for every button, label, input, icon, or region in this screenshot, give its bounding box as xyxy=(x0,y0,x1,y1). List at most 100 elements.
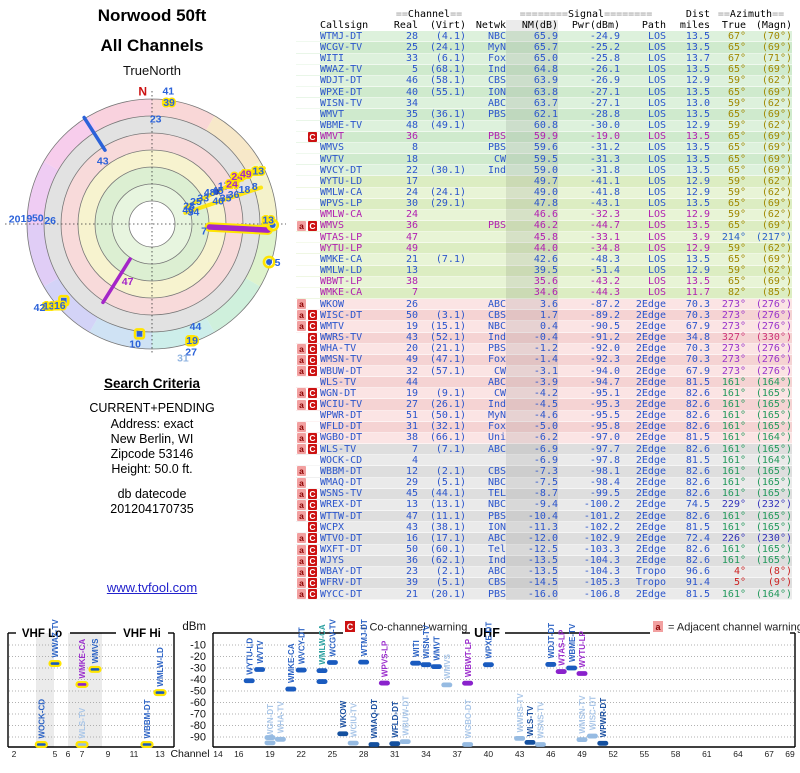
cell-real-channel: 50 xyxy=(405,544,418,555)
cell-network: NBC xyxy=(487,499,506,511)
warning-markers: a xyxy=(296,477,320,488)
tvfool-link[interactable]: www.tvfool.com xyxy=(107,580,197,595)
cell-path: 2Edge xyxy=(635,343,666,355)
warning-markers: aC xyxy=(296,366,320,377)
cell-network: Uni xyxy=(487,432,506,444)
station-power-marker xyxy=(285,686,297,692)
cell-path: 2Edge xyxy=(635,544,666,555)
table-row: a WBBM-DT 12 (2.1) CBS -7.3 -98.1 2Edge 82.6 161°… xyxy=(296,465,792,478)
cell-dist-miles: 70.3 xyxy=(685,309,710,321)
cell-callsign: WBME-TV xyxy=(320,120,363,132)
cell-azimuth-true: 273° xyxy=(721,343,746,355)
table-row: C WWRS-TV 43 (52.1) Ind -0.4 -91.2 2Edge 34.8 327… xyxy=(296,332,792,344)
cell-real-channel: 33 xyxy=(405,53,418,65)
table-row: a C WISC-DT 50 (3.1) CBS 1.7 -89.2 2Edge 70.3 273°… xyxy=(296,309,792,322)
cell-callsign: WBAY-DT xyxy=(320,566,363,578)
cell-network: CBS xyxy=(487,309,506,321)
uhf-channel-tick: 19 xyxy=(265,749,275,759)
cell-path: 2Edge xyxy=(635,332,666,344)
cell-azimuth-true: 161° xyxy=(721,421,746,433)
cell-dist-miles: 70.3 xyxy=(685,354,710,366)
cell-azimuth-true: 65° xyxy=(727,276,746,288)
table-row: a C WGN-DT 19 (9.1) CW -4.2 -95.1 2Edge 82.6 161° (… xyxy=(296,387,792,400)
polar-channel-label: 20 xyxy=(9,214,21,226)
cell-nm-db: 42.6 xyxy=(506,253,558,266)
polar-azimuth-chart: N 41 39 23 43 20 19 50 26 47 13 16 42 10 44 19 27 31 5 7 13 2… xyxy=(5,78,297,379)
uhf-channel-tick: 61 xyxy=(702,749,712,759)
cell-network: CW xyxy=(493,387,506,399)
cell-azimuth-true: 65° xyxy=(727,198,746,210)
uhf-channel-tick: 52 xyxy=(608,749,618,759)
cell-nm-db: -1.4 xyxy=(506,354,558,366)
cell-pwr-dbm: -87.2 xyxy=(589,298,620,310)
cell-azimuth-magn: (62°) xyxy=(761,120,792,132)
page-subtitle: All Channels xyxy=(100,36,204,55)
cell-nm-db: 45.8 xyxy=(506,231,558,243)
cell-dist-miles: 82.6 xyxy=(685,465,710,477)
cell-nm-db: -4.6 xyxy=(506,410,558,422)
cell-pwr-dbm: -34.8 xyxy=(589,242,620,254)
cell-path: LOS xyxy=(647,108,666,120)
cell-azimuth-magn: (165°) xyxy=(755,488,792,500)
search-mode: CURRENT+PENDING xyxy=(89,401,215,415)
cell-real-channel: 7 xyxy=(411,443,418,455)
cell-azimuth-true: 59° xyxy=(727,175,746,187)
table-row: a C WGBO-DT 38 (66.1) Uni -6.2 -97.0 2Edge 81.5 16… xyxy=(296,432,792,445)
cell-path: LOS xyxy=(647,265,666,277)
warning-markers: a xyxy=(296,466,320,477)
polar-channel-label: 34 xyxy=(188,207,200,219)
cell-pwr-dbm: -98.1 xyxy=(589,465,620,477)
warning-markers: C xyxy=(296,131,320,142)
station-marker-label: WLS-TV xyxy=(78,707,87,738)
cell-network: PBS xyxy=(487,131,506,143)
station-power-marker xyxy=(358,659,370,665)
cell-pwr-dbm: -31.2 xyxy=(589,142,620,154)
table-row: C WCPX 43 (38.1) ION -11.3 -102.2 2Edge 81.5 161°… xyxy=(296,521,792,534)
station-power-marker xyxy=(389,741,401,747)
cell-path: 2Edge xyxy=(635,477,666,489)
cell-path: 2Edge xyxy=(635,365,666,377)
station-power-marker xyxy=(326,660,338,665)
cell-real-channel: 34 xyxy=(405,97,418,109)
cell-azimuth-magn: (62°) xyxy=(761,75,792,87)
adjacent-channel-warning-icon: a xyxy=(297,421,306,432)
station-power-marker xyxy=(586,733,598,739)
table-row: WMVS 8 PBS 59.6 -31.2 LOS 13.5 65° (69°) xyxy=(296,142,792,155)
station-power-marker xyxy=(347,740,359,746)
cell-callsign: WMSN-TV xyxy=(320,354,363,366)
cell-pwr-dbm: -100.2 xyxy=(583,499,620,511)
cell-callsign: WPXE-DT xyxy=(320,86,363,98)
cell-real-channel: 23 xyxy=(405,566,418,578)
cell-virtual-channel: (13.1) xyxy=(429,499,466,511)
cell-path: LOS xyxy=(647,242,666,254)
cell-dist-miles: 82.6 xyxy=(685,443,710,455)
adjacent-channel-warning-icon: a xyxy=(297,566,306,577)
adjacent-channel-warning-icon: a xyxy=(297,533,306,544)
cell-path: 2Edge xyxy=(635,432,666,444)
cell-dist-miles: 70.3 xyxy=(685,343,710,355)
cell-azimuth-true: 273° xyxy=(721,365,746,377)
vhf-channel-tick: 11 xyxy=(130,749,139,759)
search-height: Height: 50.0 ft. xyxy=(111,462,193,476)
cell-azimuth-true: 65° xyxy=(727,41,746,53)
cell-pwr-dbm: -31.8 xyxy=(589,164,620,176)
cell-nm-db: 1.7 xyxy=(506,309,558,321)
station-marker-label: WCGV-TV xyxy=(329,618,338,656)
cell-nm-db: 47.8 xyxy=(506,198,558,210)
cell-real-channel: 12 xyxy=(405,465,418,477)
cell-callsign: WMTV xyxy=(320,320,345,332)
cell-azimuth-magn: (276°) xyxy=(755,309,792,321)
header-true: True xyxy=(721,20,746,32)
cell-path: LOS xyxy=(647,53,666,65)
uhf-channel-tick: 28 xyxy=(359,749,369,759)
vhf-hi-band-label: VHF Hi xyxy=(123,628,161,640)
cell-network: ABC xyxy=(487,443,506,455)
cell-pwr-dbm: -41.8 xyxy=(589,187,620,198)
search-address: Address: exact xyxy=(110,417,194,431)
cell-nm-db: 60.8 xyxy=(506,120,558,132)
cell-nm-db: 64.8 xyxy=(506,64,558,76)
cell-real-channel: 48 xyxy=(405,120,418,132)
table-row: a WKOW 26 ABC 3.6 -87.2 2Edge 70.3 273° (276°) xyxy=(296,298,792,311)
uhf-channel-tick: 22 xyxy=(296,749,306,759)
cell-virtual-channel: (62.1) xyxy=(429,555,466,567)
